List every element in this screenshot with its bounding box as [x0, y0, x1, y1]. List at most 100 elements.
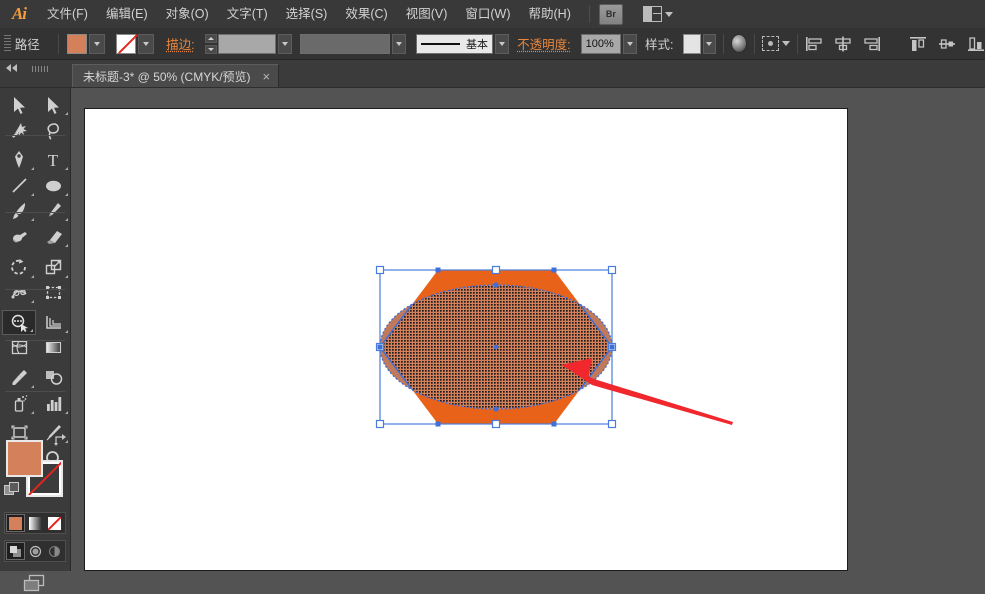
align-top-icon[interactable]: [909, 36, 927, 52]
blend-tool[interactable]: [36, 365, 70, 390]
perspective-grid-tool-icon: [44, 313, 63, 332]
color-mode-bar: [4, 512, 66, 534]
eyedropper-tool[interactable]: [2, 365, 36, 390]
stroke-profile-select[interactable]: [300, 33, 391, 54]
pen-tool[interactable]: [2, 147, 36, 172]
line-segment-tool[interactable]: [2, 173, 36, 198]
chevron-down-icon: [664, 11, 673, 17]
brush-definition-select[interactable]: 基本: [415, 33, 493, 54]
document-tab-label: 未标题-3* @ 50% (CMYK/预览): [83, 70, 251, 84]
stroke-weight-stepper[interactable]: [204, 33, 217, 54]
align-bottom-icon[interactable]: [967, 36, 985, 52]
recolor-artwork-icon[interactable]: [731, 34, 748, 53]
style-dropdown[interactable]: [702, 33, 717, 54]
lasso-tool-icon: [44, 121, 63, 140]
rotate-tool[interactable]: [2, 255, 36, 280]
column-graph-tool[interactable]: [36, 391, 70, 416]
close-icon[interactable]: ×: [263, 69, 271, 84]
magic-wand-tool[interactable]: [2, 118, 36, 143]
canvas-area[interactable]: [71, 88, 985, 571]
color-mode-button[interactable]: [6, 514, 25, 532]
none-mode-button[interactable]: [45, 514, 64, 532]
selected-object-type: 路径: [14, 38, 40, 52]
fill-control[interactable]: [66, 33, 105, 54]
scale-tool[interactable]: [36, 255, 70, 280]
eraser-tool-icon: [46, 231, 62, 244]
ellipse-tool[interactable]: [36, 173, 70, 198]
arrange-documents-button[interactable]: [642, 6, 673, 22]
tools-panel-grip[interactable]: [32, 66, 48, 72]
type-tool-icon: T: [47, 151, 58, 169]
stroke-color-control[interactable]: [116, 33, 155, 54]
menu-object[interactable]: 对象(O): [157, 0, 218, 28]
shape-builder-tool[interactable]: [2, 309, 36, 335]
swap-fill-stroke-icon[interactable]: [54, 434, 68, 446]
draw-behind-button[interactable]: [26, 542, 45, 560]
type-tool[interactable]: T: [36, 147, 70, 172]
eraser-tool[interactable]: [36, 224, 70, 249]
lasso-tool[interactable]: [36, 118, 70, 143]
menu-effect[interactable]: 效果(C): [336, 0, 396, 28]
tool-flyout-indicator: [65, 410, 68, 414]
menu-file[interactable]: 文件(F): [38, 0, 97, 28]
stroke-dropdown-button[interactable]: [138, 33, 155, 54]
stroke-profile-dropdown[interactable]: [392, 33, 406, 54]
fill-swatch[interactable]: [66, 33, 87, 54]
perspective-grid-tool[interactable]: [36, 310, 70, 335]
tool-flyout-indicator: [65, 329, 68, 333]
menu-type[interactable]: 文字(T): [218, 0, 277, 28]
change-screen-mode-icon: [23, 574, 45, 592]
align-right-icon[interactable]: [863, 36, 881, 52]
width-tool[interactable]: [2, 280, 36, 305]
column-graph-tool-icon: [46, 396, 61, 411]
style-label: 样式:: [644, 38, 674, 52]
bridge-button[interactable]: Br: [598, 3, 623, 25]
paintbrush-tool[interactable]: [2, 198, 36, 223]
select-similar-control[interactable]: [762, 36, 791, 51]
draw-normal-button[interactable]: [6, 542, 25, 560]
stroke-weight-label[interactable]: 描边:: [166, 34, 194, 53]
blob-brush-tool[interactable]: [2, 224, 36, 249]
draw-inside-button[interactable]: [45, 542, 64, 560]
menu-view[interactable]: 视图(V): [397, 0, 457, 28]
tool-flyout-indicator: [31, 300, 34, 304]
menu-edit[interactable]: 编辑(E): [97, 0, 157, 28]
style-swatch[interactable]: [683, 33, 701, 54]
stroke-none-swatch[interactable]: [116, 33, 137, 54]
artboard: [84, 108, 848, 571]
selection-tool[interactable]: [2, 92, 36, 117]
menu-select[interactable]: 选择(S): [277, 0, 337, 28]
collapse-panel-icon: [6, 64, 17, 72]
brush-definition-dropdown[interactable]: [494, 33, 509, 54]
change-screen-mode-button[interactable]: [20, 572, 50, 594]
menu-window[interactable]: 窗口(W): [456, 0, 519, 28]
document-tab[interactable]: 未标题-3* @ 50% (CMYK/预览) ×: [72, 64, 280, 88]
fill-dropdown-button[interactable]: [88, 33, 105, 54]
default-fill-stroke-icon[interactable]: [4, 482, 20, 496]
pencil-tool-icon: [48, 203, 61, 217]
opacity-label[interactable]: 不透明度:: [517, 34, 570, 53]
arrange-documents-icon: [642, 6, 662, 22]
control-bar-grip[interactable]: [4, 34, 11, 53]
align-left-icon[interactable]: [805, 36, 823, 52]
gradient-mode-button[interactable]: [26, 514, 45, 532]
align-center-vertical-icon[interactable]: [938, 36, 956, 52]
menu-help[interactable]: 帮助(H): [520, 0, 580, 28]
tool-flyout-indicator: [31, 218, 34, 222]
illustrator-window: Ai 文件(F) 编辑(E) 对象(O) 文字(T) 选择(S) 效果(C) 视图(V) 窗口…: [0, 0, 985, 592]
free-transform-tool[interactable]: [36, 280, 70, 305]
tool-flyout-indicator: [31, 274, 34, 278]
draw-normal-icon: [9, 545, 21, 557]
align-center-horizontal-icon[interactable]: [834, 36, 852, 52]
stroke-weight-dropdown[interactable]: [278, 33, 292, 54]
direct-selection-tool[interactable]: [36, 92, 70, 117]
tool-flyout-indicator: [30, 328, 33, 332]
symbol-sprayer-tool[interactable]: [2, 391, 36, 416]
opacity-input[interactable]: 100%: [580, 33, 621, 54]
stroke-weight-input[interactable]: [217, 33, 277, 54]
paintbrush-tool-icon: [12, 203, 25, 220]
opacity-dropdown[interactable]: [622, 33, 637, 54]
pencil-tool[interactable]: [36, 198, 70, 223]
collapse-panel-button[interactable]: [0, 60, 70, 88]
toolbar-fill-swatch[interactable]: [6, 440, 43, 477]
